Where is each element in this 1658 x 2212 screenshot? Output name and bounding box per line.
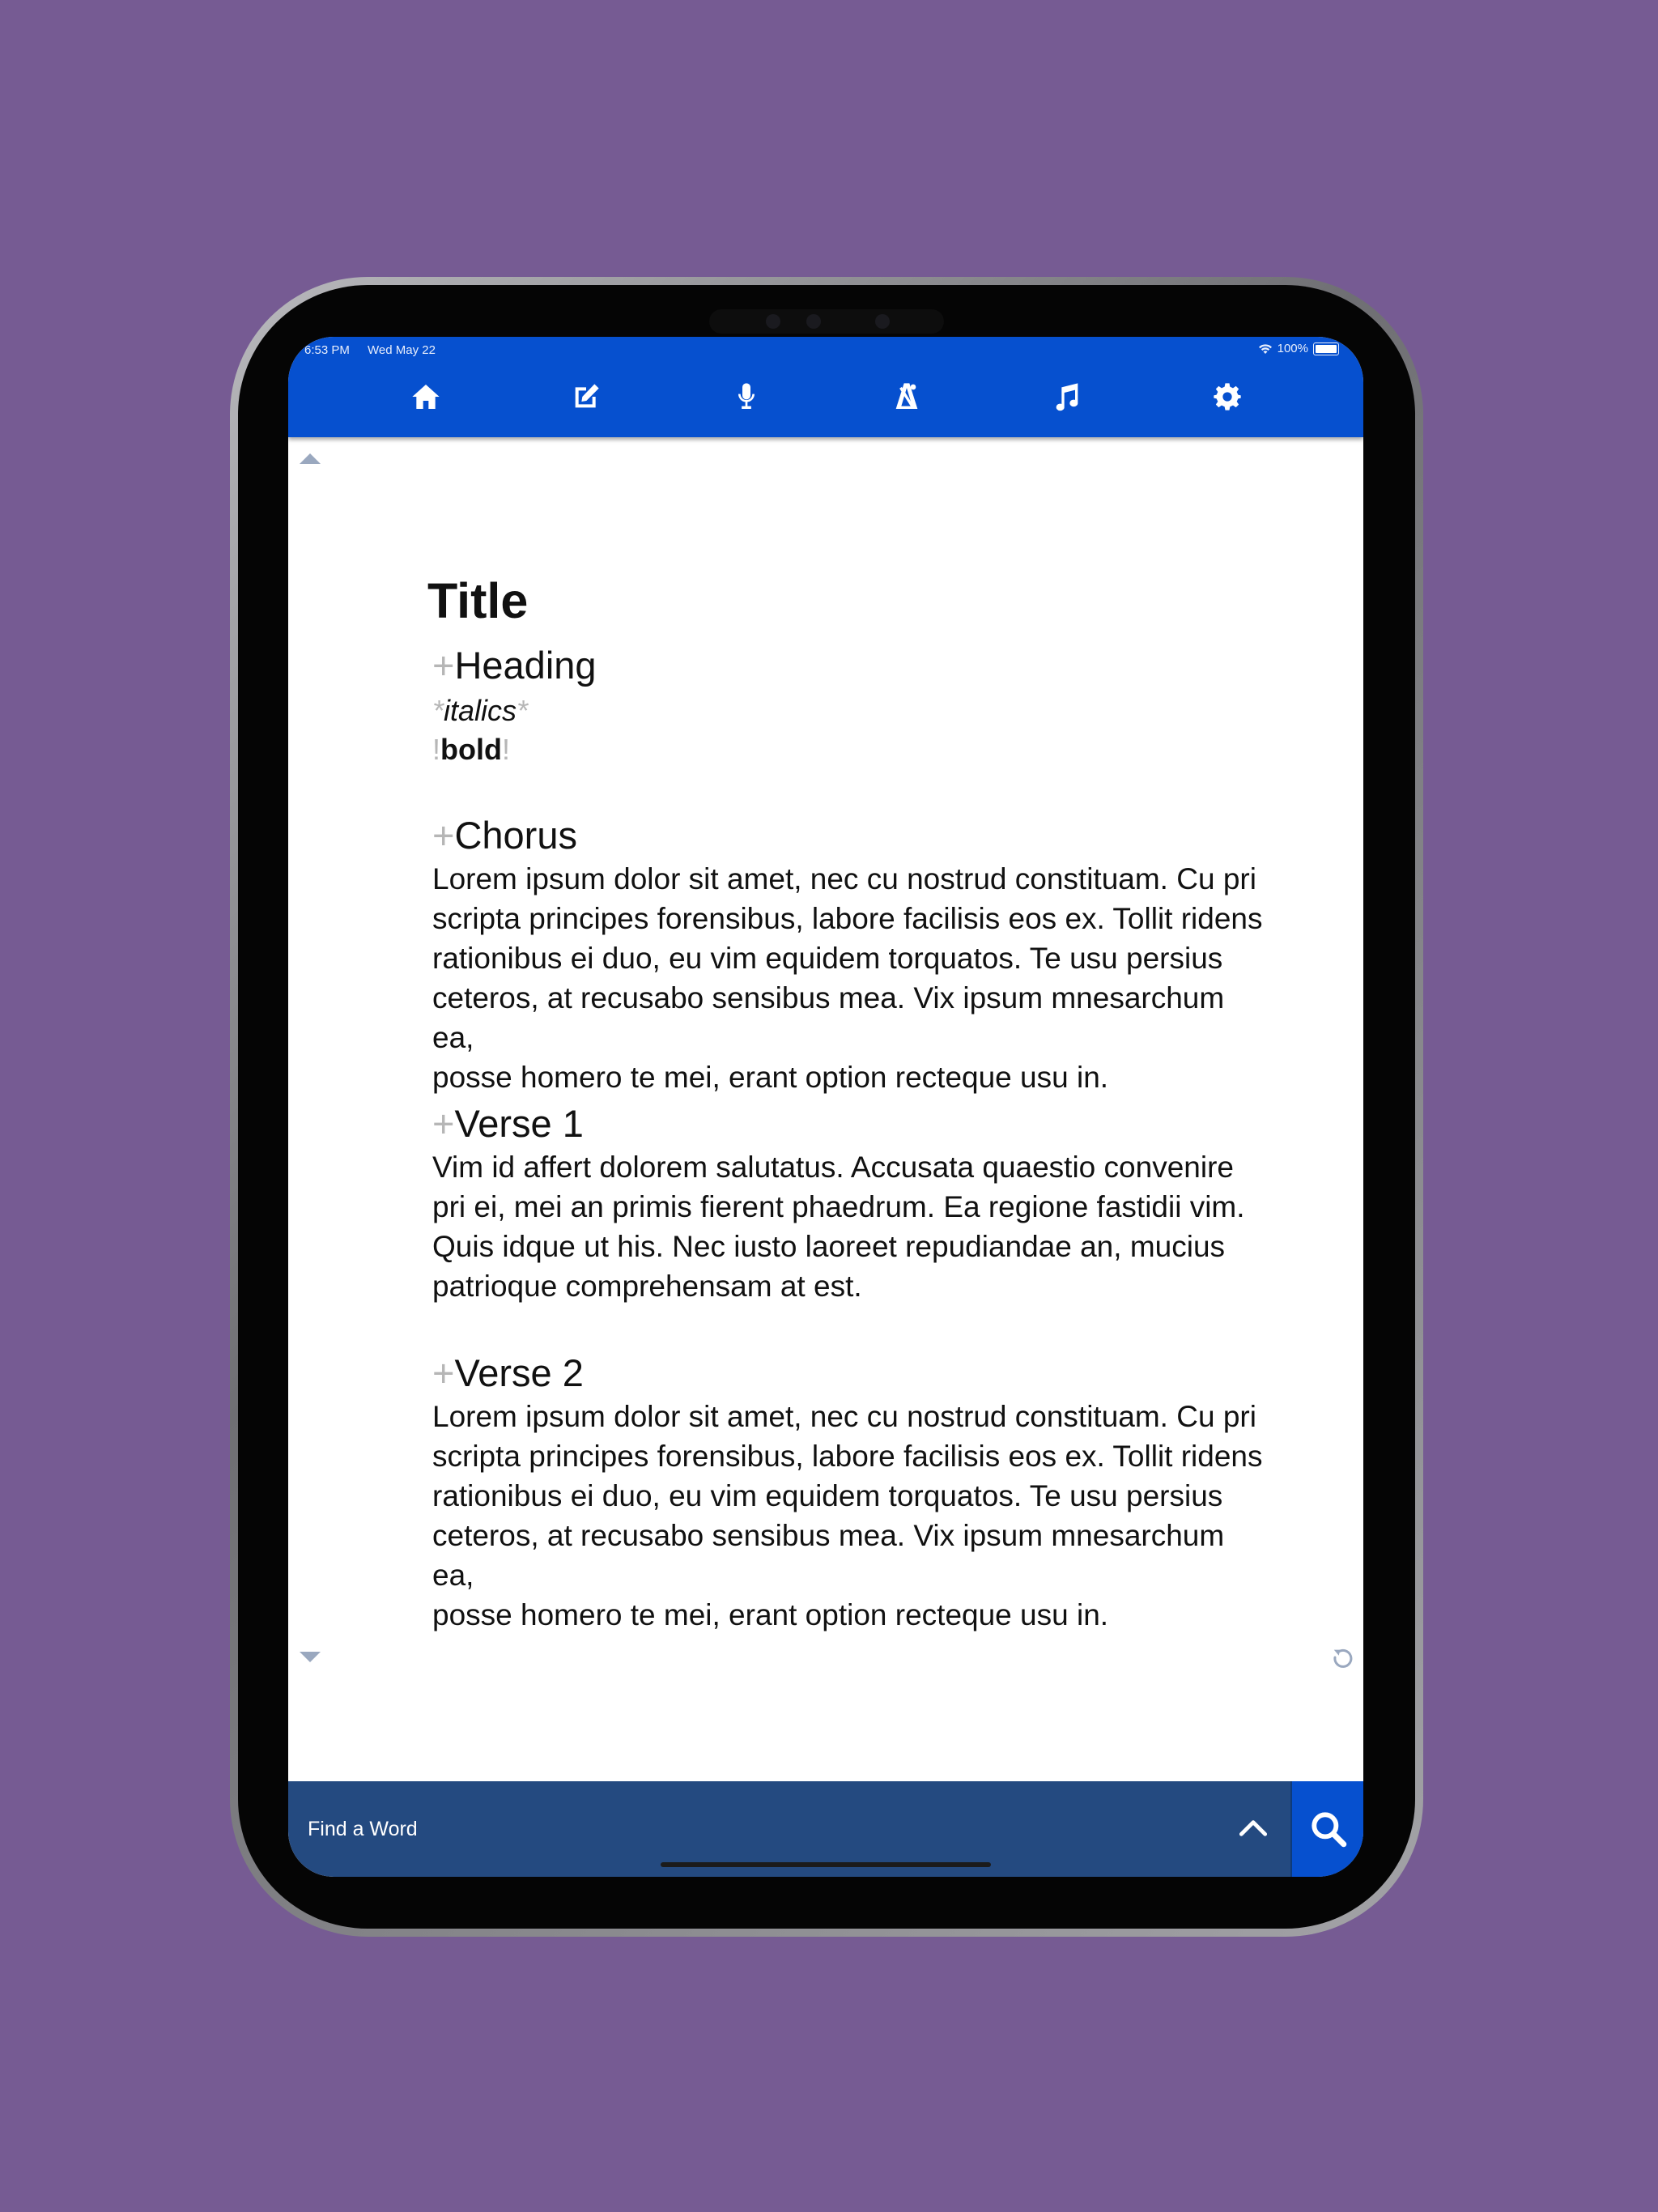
body-line: ceteros, at recusabo sensibus mea. Vix i… <box>432 1519 1225 1592</box>
scroll-down-arrow-icon[interactable] <box>300 1652 321 1662</box>
document-title: Title <box>427 573 529 628</box>
scroll-up-arrow-icon[interactable] <box>300 453 321 464</box>
chorus-section: +Chorus Lorem ipsum dolor sit amet, nec … <box>432 816 1269 1097</box>
battery-icon <box>1313 342 1339 355</box>
body-line: ceteros, at recusabo sensibus mea. Vix i… <box>432 981 1225 1054</box>
gear-icon <box>1214 383 1241 410</box>
section-heading: +Verse 1 <box>432 1104 1245 1142</box>
section-heading: +Heading <box>432 646 597 684</box>
section-marker: + <box>432 814 455 857</box>
body-line: posse homero te mei, erant option recteq… <box>432 1061 1109 1094</box>
wifi-icon <box>1258 343 1272 354</box>
verse-2-section: +Verse 2 Lorem ipsum dolor sit amet, nec… <box>432 1354 1269 1635</box>
body-line: Lorem ipsum dolor sit amet, nec cu nostr… <box>432 862 1256 895</box>
metronome-icon <box>895 383 918 409</box>
body-line: patrioque comprehensam at est. <box>432 1270 862 1303</box>
section-marker: + <box>432 1102 455 1145</box>
section-body: Vim id affert dolorem salutatus. Accusat… <box>432 1147 1245 1306</box>
heading-marker: + <box>432 644 455 687</box>
verse-1-section: +Verse 1 Vim id affert dolorem salutatus… <box>432 1104 1245 1306</box>
camera-lens <box>806 314 821 329</box>
sensor-dot <box>875 314 890 329</box>
body-line: rationibus ei duo, eu vim equidem torqua… <box>432 942 1223 975</box>
body-line: rationibus ei duo, eu vim equidem torqua… <box>432 1479 1223 1512</box>
music-button[interactable] <box>1046 376 1088 418</box>
battery-percent: 100% <box>1277 342 1308 355</box>
record-button[interactable] <box>725 376 767 418</box>
italics-line: *italics* <box>432 696 528 725</box>
heading-text: Heading <box>454 644 597 687</box>
section-title: Verse 2 <box>454 1351 584 1394</box>
edit-button[interactable] <box>565 376 607 418</box>
heading-section: +Heading <box>432 646 597 684</box>
music-note-icon <box>1056 383 1078 411</box>
top-toolbar: 6:53 PM Wed May 22 100% <box>288 337 1363 437</box>
body-line: posse homero te mei, erant option recteq… <box>432 1598 1109 1631</box>
status-right: 100% <box>1258 342 1339 355</box>
section-marker: + <box>432 1351 455 1394</box>
italics-text: italics <box>444 694 517 727</box>
status-bar: 6:53 PM Wed May 22 100% <box>288 337 1363 363</box>
body-line: Quis idque ut his. Nec iusto laoreet rep… <box>432 1230 1226 1263</box>
body-line: scripta principes forensibus, labore fac… <box>432 1440 1263 1473</box>
italics-marker-open: * <box>432 694 444 727</box>
search-icon <box>1312 1812 1347 1848</box>
status-date: Wed May 22 <box>368 343 436 357</box>
settings-button[interactable] <box>1206 376 1248 418</box>
bold-marker-close: ! <box>502 733 511 766</box>
section-title: Verse 1 <box>454 1102 584 1145</box>
edit-icon <box>575 384 599 408</box>
section-title: Chorus <box>454 814 577 857</box>
home-button[interactable] <box>405 376 447 418</box>
undo-icon[interactable] <box>1331 1645 1355 1670</box>
chevron-up-icon[interactable] <box>1235 1810 1271 1846</box>
lyrics-editor[interactable]: Title +Heading *italics* !bold! +Chorus … <box>288 437 1363 1712</box>
bold-line: !bold! <box>432 735 510 764</box>
microphone-icon <box>738 383 755 409</box>
bold-text: bold <box>440 733 502 766</box>
home-icon <box>412 385 440 409</box>
section-heading: +Verse 2 <box>432 1354 1269 1392</box>
section-heading: +Chorus <box>432 816 1269 854</box>
section-body: Lorem ipsum dolor sit amet, nec cu nostr… <box>432 859 1269 1097</box>
italics-marker-close: * <box>517 694 529 727</box>
camera-housing <box>709 309 944 334</box>
sensor-dot <box>766 314 780 329</box>
body-line: Vim id affert dolorem salutatus. Accusat… <box>432 1151 1234 1184</box>
body-line: pri ei, mei an primis fierent phaedrum. … <box>432 1190 1245 1223</box>
search-button[interactable] <box>1290 1781 1363 1877</box>
home-indicator <box>661 1862 991 1867</box>
metronome-button[interactable] <box>886 376 928 418</box>
app-screen: 6:53 PM Wed May 22 100% Title +Heading *… <box>288 337 1363 1877</box>
body-line: Lorem ipsum dolor sit amet, nec cu nostr… <box>432 1400 1256 1433</box>
bold-marker-open: ! <box>432 733 441 766</box>
section-body: Lorem ipsum dolor sit amet, nec cu nostr… <box>432 1397 1269 1635</box>
body-line: scripta principes forensibus, labore fac… <box>432 902 1263 935</box>
status-time: 6:53 PM <box>304 343 350 357</box>
